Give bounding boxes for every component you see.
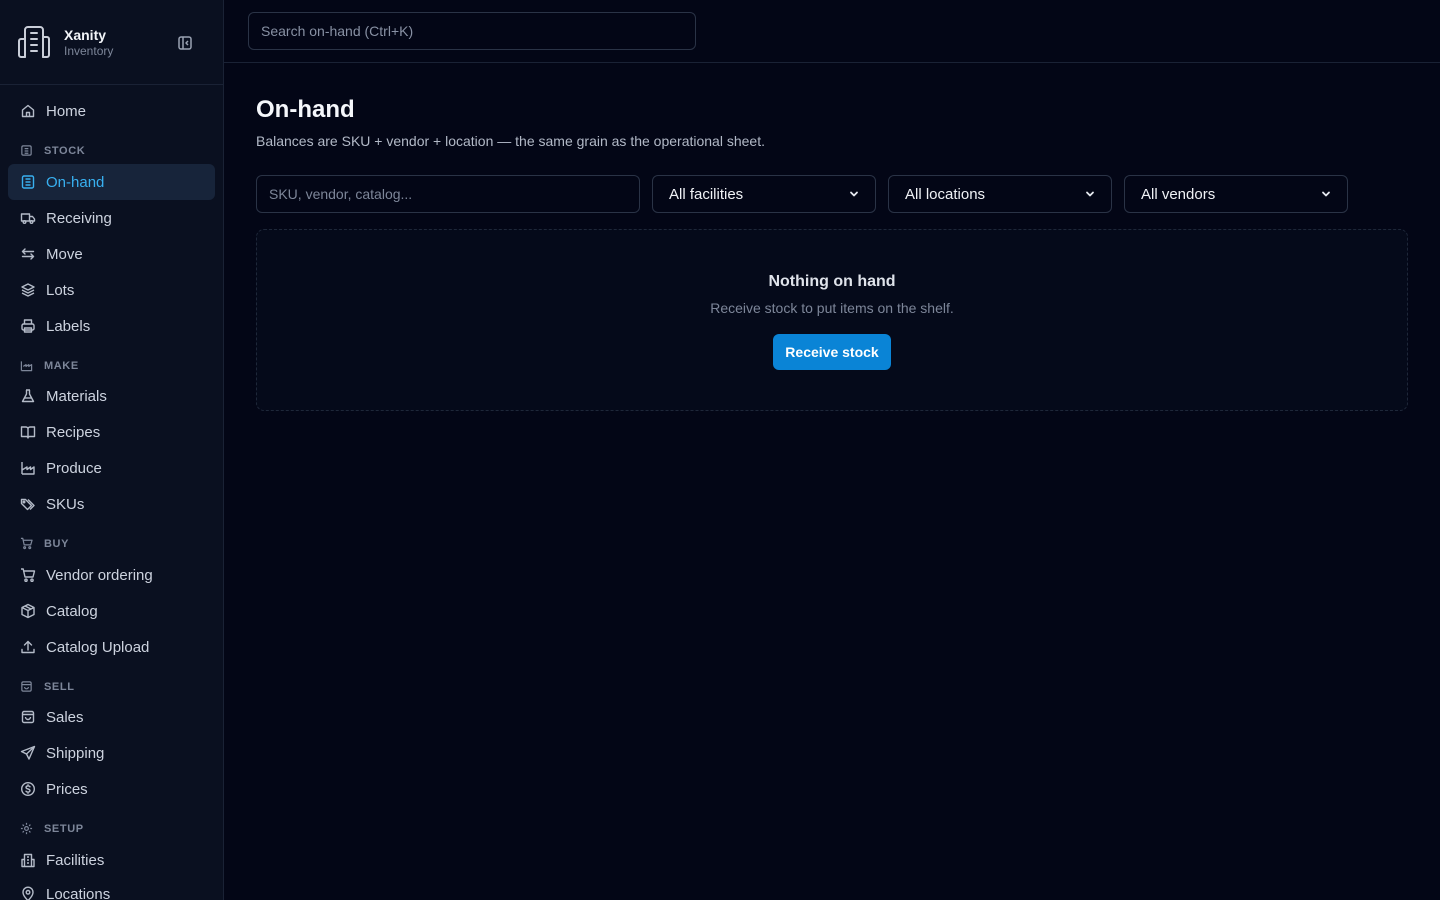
building-logo-icon [18,26,50,58]
page-title: On-hand [256,96,355,123]
brand-name: Xanity [64,26,107,43]
send-icon [20,745,36,761]
sidebar-item-materials[interactable]: Materials [8,378,215,414]
section-stock: STOCK [20,144,85,158]
collapse-sidebar-button[interactable] [176,34,194,52]
empty-state: Nothing on hand Receive stock to put ite… [256,229,1408,411]
shopping-bag-icon [20,709,36,725]
package-icon [20,603,36,619]
sidebar-item-label: Move [46,245,83,263]
section-title: STOCK [44,145,86,157]
sidebar-item-shipping[interactable]: Shipping [8,735,215,771]
sidebar-item-catalog[interactable]: Catalog [8,593,215,629]
chevron-down-icon [850,191,858,197]
sidebar-item-label: Sales [46,708,84,726]
facility-select-value: All facilities [669,185,744,203]
sidebar-item-label: Lots [46,281,75,299]
empty-state-message: Receive stock to put items on the shelf. [710,300,954,316]
sidebar-item-sales[interactable]: Sales [8,699,215,735]
section-title: SETUP [44,823,84,835]
vendor-select-value: All vendors [1141,185,1216,203]
sidebar-item-receiving[interactable]: Receiving [8,200,215,236]
cart-icon [20,567,36,583]
topbar [224,0,1440,63]
sidebar-item-move[interactable]: Move [8,236,215,272]
section-buy: BUY [20,537,69,551]
section-title: MAKE [44,360,79,372]
upload-icon [20,639,36,655]
empty-state-title: Nothing on hand [768,273,896,290]
sidebar-item-catalog-upload[interactable]: Catalog Upload [8,629,215,665]
sidebar-item-label: Vendor ordering [46,566,153,584]
panel-left-icon [178,36,192,50]
brand-subtitle: Inventory [64,43,114,58]
sidebar-item-lots[interactable]: Lots [8,272,215,308]
chevron-down-icon [1086,191,1094,197]
facility-select[interactable]: All facilities [652,175,876,213]
factory-icon [20,460,36,476]
building-icon [20,852,36,868]
sidebar-item-label: Shipping [46,744,105,762]
location-select-value: All locations [905,185,986,203]
receive-stock-button[interactable]: Receive stock [773,334,891,370]
truck-icon [20,210,36,226]
sidebar-item-label: Receiving [46,209,112,227]
building-icon [20,144,34,158]
layers-icon [20,282,36,298]
section-title: BUY [44,538,70,550]
sidebar-item-skus[interactable]: SKUs [8,486,215,522]
building-icon [20,174,36,190]
printer-icon [20,318,36,334]
home-icon [20,103,36,119]
filter-search-input[interactable] [256,175,640,213]
vendor-select[interactable]: All vendors [1124,175,1348,213]
section-make: MAKE [20,359,79,373]
section-title: SELL [44,681,75,693]
section-setup: SETUP [20,822,84,836]
sidebar-item-home[interactable]: Home [8,93,215,129]
flask-icon [20,388,36,404]
location-select[interactable]: All locations [888,175,1112,213]
sidebar-item-locations[interactable]: Locations [8,876,215,900]
gear-icon [20,822,34,836]
sidebar-item-label: Catalog Upload [46,638,150,656]
sidebar-item-label: Prices [46,780,88,798]
sidebar: Xanity Inventory Home STOCK On-hand Rece… [0,0,224,900]
sidebar-item-label: SKUs [46,495,85,513]
shopping-bag-icon [20,680,34,694]
sidebar-item-label: Labels [46,317,91,335]
sidebar-item-label: Locations [46,885,111,900]
arrows-left-right-icon [20,246,36,262]
sidebar-item-on-hand[interactable]: On-hand [8,164,215,200]
cart-icon [20,537,34,551]
book-icon [20,424,36,440]
sidebar-item-prices[interactable]: Prices [8,771,215,807]
sidebar-item-label: Home [46,102,87,120]
sidebar-item-label: Facilities [46,851,105,869]
map-pin-icon [20,886,36,900]
dollar-circle-icon [20,781,36,797]
sidebar-item-labels[interactable]: Labels [8,308,215,344]
sidebar-item-produce[interactable]: Produce [8,450,215,486]
tags-icon [20,496,36,512]
sidebar-item-label: Catalog [46,602,98,620]
brand: Xanity Inventory [0,0,223,85]
sidebar-item-label: Produce [46,459,102,477]
sidebar-item-facilities[interactable]: Facilities [8,842,215,878]
sidebar-item-label: Materials [46,387,107,405]
global-search-input[interactable] [248,12,696,50]
sidebar-item-label: Recipes [46,423,101,441]
factory-icon [20,359,34,373]
chevron-down-icon [1322,191,1330,197]
sidebar-item-label: On-hand [46,173,105,191]
section-sell: SELL [20,680,75,694]
sidebar-item-vendor-ordering[interactable]: Vendor ordering [8,557,215,593]
sidebar-item-recipes[interactable]: Recipes [8,414,215,450]
page-subtitle: Balances are SKU + vendor + location — t… [256,133,765,149]
